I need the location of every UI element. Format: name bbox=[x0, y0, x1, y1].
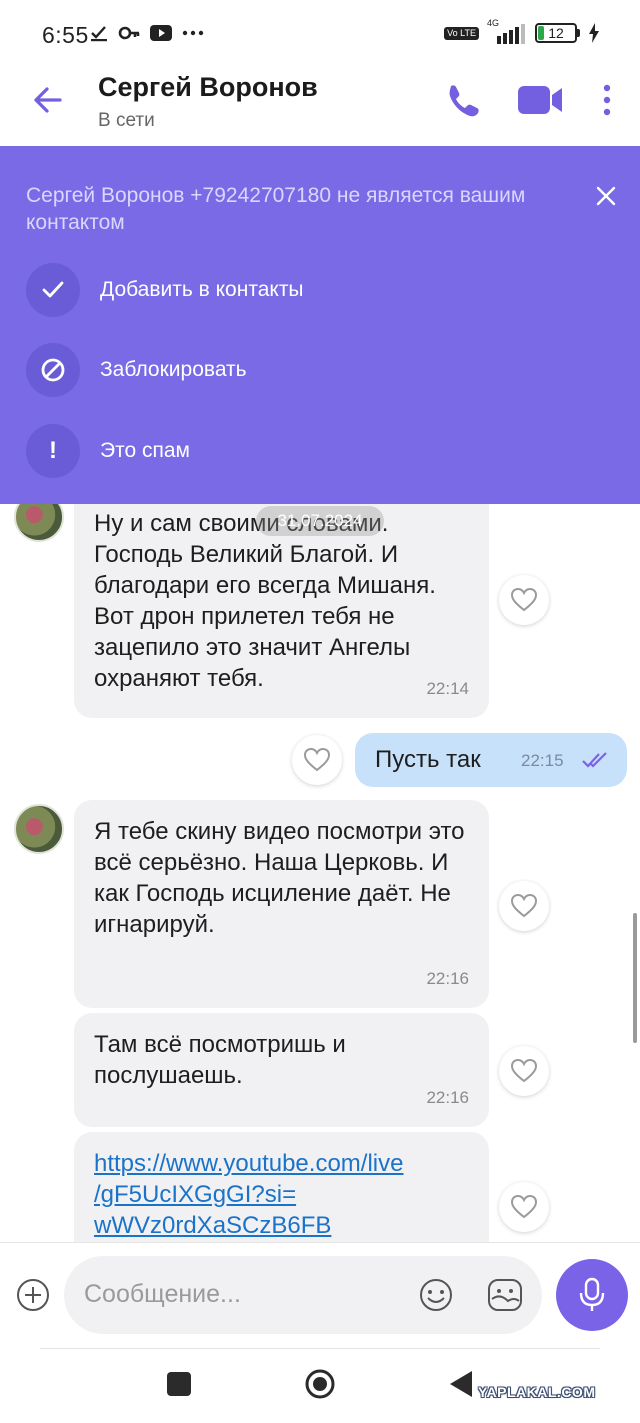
battery-icon: 12 bbox=[535, 23, 577, 43]
home-button[interactable] bbox=[304, 1368, 336, 1400]
like-button[interactable] bbox=[499, 1182, 549, 1232]
contact-name[interactable]: Сергей Воронов bbox=[98, 72, 318, 103]
contact-status: В сети bbox=[98, 110, 155, 131]
system-nav-bar: YAPLAKAL.COM bbox=[0, 1348, 640, 1423]
link-line[interactable]: wWVz0rdXaSCzB6FB bbox=[94, 1210, 469, 1241]
block-icon bbox=[26, 343, 80, 397]
attach-plus-icon[interactable] bbox=[16, 1278, 50, 1312]
status-time: 6:55 bbox=[42, 22, 89, 48]
block-button[interactable]: Заблокировать bbox=[26, 342, 586, 398]
chat-header: Сергей Воронов В сети bbox=[0, 66, 640, 146]
vpn-key-icon bbox=[118, 26, 140, 40]
avatar[interactable] bbox=[14, 804, 64, 854]
message-text: Я тебе скину видео посмотри это всё серь… bbox=[94, 818, 465, 938]
scrollbar[interactable] bbox=[633, 913, 637, 1043]
message-placeholder: Сообщение... bbox=[84, 1280, 241, 1308]
report-spam-button[interactable]: ! Это спам bbox=[26, 423, 586, 479]
like-button[interactable] bbox=[499, 575, 549, 625]
like-button[interactable] bbox=[499, 1046, 549, 1096]
message-time: 22:15 bbox=[521, 751, 564, 770]
heart-icon bbox=[511, 894, 537, 918]
back-arrow-icon[interactable] bbox=[28, 80, 68, 120]
action-label: Заблокировать bbox=[100, 358, 247, 381]
battery-level: 12 bbox=[548, 25, 564, 41]
message-text: Там всё посмотришь и послушаешь. bbox=[94, 1031, 346, 1089]
message-incoming[interactable]: Там всё посмотришь и послушаешь. 22:16 bbox=[74, 1013, 489, 1127]
message-incoming[interactable]: Я тебе скину видео посмотри это всё серь… bbox=[74, 800, 489, 1008]
heart-icon bbox=[304, 748, 330, 772]
back-triangle-icon[interactable] bbox=[448, 1369, 474, 1399]
link-line[interactable]: /gF5UcIXGgGI?si= bbox=[94, 1179, 469, 1210]
phone-call-icon[interactable] bbox=[442, 80, 482, 120]
message-incoming[interactable]: https://www.youtube.com/live /gF5UcIXGgG… bbox=[74, 1132, 489, 1242]
like-button[interactable] bbox=[292, 735, 342, 785]
check-icon bbox=[26, 263, 80, 317]
message-time: 22:16 bbox=[426, 1088, 469, 1107]
more-menu-icon[interactable] bbox=[596, 82, 618, 122]
signal-icon: 4G bbox=[487, 18, 527, 44]
download-check-icon bbox=[91, 26, 107, 42]
volte-badge: Vo LTE bbox=[444, 26, 479, 40]
charging-icon bbox=[589, 23, 599, 43]
message-text: Пусть так bbox=[375, 746, 481, 773]
sticker-icon[interactable] bbox=[486, 1277, 524, 1313]
message-composer: Сообщение... bbox=[0, 1242, 640, 1348]
double-check-icon bbox=[582, 752, 607, 768]
action-label: Это спам bbox=[100, 439, 190, 462]
banner-text: Сергей Воронов +79242707180 не является … bbox=[26, 184, 526, 234]
date-separator: 31.07.2024 bbox=[256, 506, 384, 536]
message-time: 22:16 bbox=[426, 969, 469, 988]
exclamation-icon: ! bbox=[26, 424, 80, 478]
youtube-icon bbox=[150, 25, 172, 41]
status-bar: 6:55 Vo LTE 4G 12 bbox=[0, 0, 640, 66]
video-call-icon[interactable] bbox=[516, 82, 564, 118]
unknown-contact-banner: Сергей Воронов +79242707180 не является … bbox=[0, 146, 640, 504]
close-icon[interactable] bbox=[592, 182, 620, 210]
voice-message-button[interactable] bbox=[556, 1259, 628, 1331]
heart-icon bbox=[511, 1059, 537, 1083]
heart-icon bbox=[511, 588, 537, 612]
message-link[interactable]: https://www.youtube.com/live /gF5UcIXGgG… bbox=[94, 1148, 469, 1241]
watermark: YAPLAKAL.COM bbox=[478, 1384, 596, 1400]
microphone-icon bbox=[579, 1277, 605, 1311]
action-label: Добавить в контакты bbox=[100, 278, 304, 301]
message-input[interactable]: Сообщение... bbox=[64, 1256, 542, 1334]
more-notifications-icon bbox=[182, 30, 204, 36]
like-button[interactable] bbox=[499, 881, 549, 931]
emoji-icon[interactable] bbox=[418, 1277, 454, 1313]
add-to-contacts-button[interactable]: Добавить в контакты bbox=[26, 262, 586, 318]
message-outgoing[interactable]: Пусть так 22:15 bbox=[355, 733, 627, 787]
recents-button[interactable] bbox=[167, 1372, 191, 1396]
message-time: 22:14 bbox=[426, 679, 469, 698]
link-line[interactable]: https://www.youtube.com/live bbox=[94, 1148, 469, 1179]
heart-icon bbox=[511, 1195, 537, 1219]
